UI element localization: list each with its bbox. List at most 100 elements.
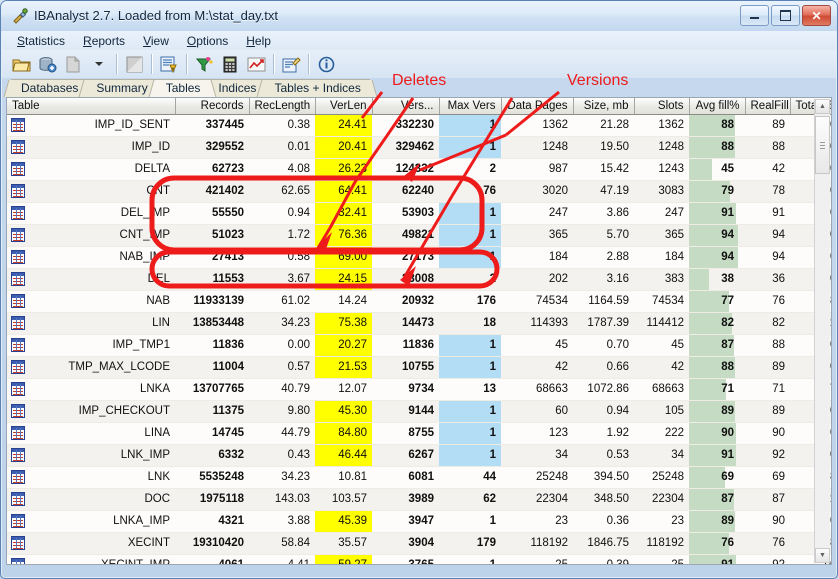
toolbar-separator-2 <box>151 54 152 74</box>
cell-reclength: 4.41 <box>249 554 315 564</box>
table-row[interactable]: LINA1474544.7984.80875511231.9222290900 <box>7 422 831 445</box>
menu-item-view[interactable]: View <box>134 33 178 49</box>
cell-maxvers: 179 <box>439 532 501 555</box>
table-row[interactable]: LNKA 13707765 40.79 12.07 9734 13 68663 1072.86… <box>7 378 831 401</box>
cell-sizemb: 3.86 <box>573 202 634 225</box>
column-header-records[interactable]: Records <box>175 98 250 115</box>
cell-reclength: 0.01 <box>249 136 315 159</box>
table-row[interactable]: IMP_CHECKOUT 11375 9.80 45.30 9144 1 60 0.94 105… <box>7 400 831 423</box>
column-header-sizemb[interactable]: Size, mb <box>573 98 635 115</box>
table-row[interactable]: LNKA_IMP43213.8845.3939471230.362389900 <box>7 510 831 533</box>
database-add-icon[interactable] <box>34 52 60 76</box>
table-row[interactable]: LIN 13853448 34.23 75.38 14473 18 114393 1787.3… <box>7 312 831 335</box>
tab-databases[interactable]: Databases <box>11 79 88 97</box>
column-header-reclength[interactable]: RecLength <box>249 98 316 115</box>
menu-item-help[interactable]: Help <box>237 33 280 49</box>
tab-tables[interactable]: Tables <box>155 79 210 97</box>
table-row[interactable]: IMP_TMP1 11836 0.00 20.27 11836 1 45 0.70 45 87 88… <box>7 334 831 357</box>
chart-icon[interactable] <box>243 52 269 76</box>
table-row[interactable]: CNT_IMP 51023 1.72 76.36 49821 1 365 5.70 365 94 9… <box>7 224 831 247</box>
table-body: IMP_ID_SENT 337445 0.38 24.41 332230 1 1362 21.… <box>7 114 831 565</box>
cell-verlen: 35.57 <box>315 532 372 555</box>
table-row[interactable]: XECINT 19310420 58.84 35.57 3904 179 118192 184… <box>7 532 831 555</box>
table-row[interactable]: DEL_IMP 55550 0.94 32.41 53903 1 247 3.86 247 91 9… <box>7 202 831 225</box>
tables-grid[interactable]: Table Records RecLength VerLen Vers... Max Ve… <box>6 97 832 565</box>
table-row[interactable]: LNK_IMP63320.4346.4462671340.533491920 <box>7 444 831 467</box>
cell-datapages: 3020 <box>501 180 573 203</box>
table-icon <box>11 425 25 440</box>
cell-versions: 332230 <box>372 114 439 137</box>
cell-slots: 184 <box>634 246 689 269</box>
cell-records: 19310420 <box>175 532 249 555</box>
column-header-maxvers[interactable]: Max Vers <box>439 98 502 115</box>
minimize-button[interactable] <box>740 5 769 26</box>
open-folder-icon[interactable] <box>8 52 34 76</box>
cell-realfill: 71 <box>745 378 790 401</box>
cell-sizemb: 1.92 <box>573 422 634 445</box>
info-icon[interactable] <box>313 52 339 76</box>
cell-datapages: 23 <box>501 510 573 533</box>
table-icon <box>11 205 25 220</box>
column-header-datapages[interactable]: Data Pages <box>501 98 574 115</box>
close-button[interactable]: ✕ <box>802 5 831 26</box>
scroll-thumb[interactable] <box>815 116 830 174</box>
toolbar <box>2 50 836 78</box>
cell-maxvers: 1 <box>439 510 501 533</box>
cell-maxvers: 1 <box>439 202 501 225</box>
cell-verlen: 20.27 <box>315 334 372 357</box>
calculator-icon[interactable] <box>217 52 243 76</box>
table-row[interactable]: LNK 5535248 34.23 10.81 6081 44 25248 394.50 252… <box>7 466 831 489</box>
tables-table: Table Records RecLength VerLen Vers... Max Ve… <box>7 98 831 565</box>
table-row[interactable]: IMP_ID_SENT 337445 0.38 24.41 332230 1 1362 21.… <box>7 114 831 137</box>
cell-maxvers: 1 <box>439 334 501 357</box>
cell-datapages: 184 <box>501 246 573 269</box>
cell-reclength: 34.23 <box>249 312 315 335</box>
menu-item-options[interactable]: Options <box>178 33 237 49</box>
column-header-table[interactable]: Table <box>7 98 176 115</box>
tab-summary[interactable]: Summary <box>86 79 157 97</box>
cell-slots: 25248 <box>634 466 689 489</box>
cell-verlen: 45.30 <box>315 400 372 423</box>
scroll-up-button[interactable]: ▲ <box>815 99 830 114</box>
maximize-button[interactable] <box>771 5 800 26</box>
table-row[interactable]: XECINT_IMP 4061 4.41 59.27 3765 1 25 0.39 25 91 92… <box>7 554 831 565</box>
table-row[interactable]: IMP_ID 329552 0.01 20.41 329462 1 1248 19.50 124… <box>7 136 831 159</box>
cell-maxvers: 76 <box>439 180 501 203</box>
header-row: Table Records RecLength VerLen Vers... Max Ve… <box>7 98 831 115</box>
cell-versions: 14473 <box>372 312 439 335</box>
avg-fill-value: 88 <box>721 360 734 373</box>
cell-realfill: 76 <box>745 532 790 555</box>
cell-slots: 34 <box>634 444 689 467</box>
column-header-versions[interactable]: Vers... <box>372 98 440 115</box>
dropdown-arrow-icon[interactable] <box>86 52 112 76</box>
cell-datapages: 25248 <box>501 466 573 489</box>
edit-properties-icon[interactable] <box>278 52 304 76</box>
table-icon <box>11 293 25 308</box>
cell-maxvers: 1 <box>439 246 501 269</box>
menu-label-reports: eports <box>91 33 126 48</box>
column-header-slots[interactable]: Slots <box>634 98 690 115</box>
scroll-down-button[interactable]: ▼ <box>815 548 830 563</box>
table-row[interactable]: NAB 11933139 61.02 14.24 20932 176 74534 1164.5… <box>7 290 831 313</box>
vertical-scrollbar[interactable]: ▲ ▼ <box>814 99 830 563</box>
table-name-label: LNK <box>147 471 170 483</box>
column-header-verlen[interactable]: VerLen <box>315 98 373 115</box>
table-row[interactable]: TMP_MAX_LCODE 11004 0.57 21.53 10755 1 42 0.66 4… <box>7 356 831 379</box>
cell-reclength: 0.58 <box>249 246 315 269</box>
menu-item-reports[interactable]: Reports <box>74 33 134 49</box>
cell-realfill: 88 <box>745 334 790 357</box>
table-row[interactable]: CNT 421402 62.65 64.41 62240 76 3020 47.19 3083 7… <box>7 180 831 203</box>
filter-icon[interactable] <box>191 52 217 76</box>
report-warning-icon[interactable] <box>156 52 182 76</box>
cell-datapages: 74534 <box>501 290 573 313</box>
column-header-avgfill[interactable]: Avg fill% <box>689 98 746 115</box>
table-row[interactable]: NAB_IMP 27413 0.58 69.00 27173 1 184 2.88 184 94 9… <box>7 246 831 269</box>
column-header-realfill[interactable]: RealFill <box>745 98 791 115</box>
table-row[interactable]: DEL115533.6724.152300822023.1638338360 <box>7 268 831 291</box>
menu-item-statistics[interactable]: Statistics <box>8 33 74 49</box>
table-row[interactable]: DOC 1975118 143.03 103.57 3989 62 22304 348.50 2… <box>7 488 831 511</box>
table-name-label: XECINT_IMP <box>100 559 170 565</box>
tab-tables-indices[interactable]: Tables + Indices <box>264 79 370 97</box>
table-row[interactable]: DELTA 62723 4.08 26.23 124332 2 987 15.42 1243 45… <box>7 158 831 181</box>
table-icon <box>11 271 25 286</box>
